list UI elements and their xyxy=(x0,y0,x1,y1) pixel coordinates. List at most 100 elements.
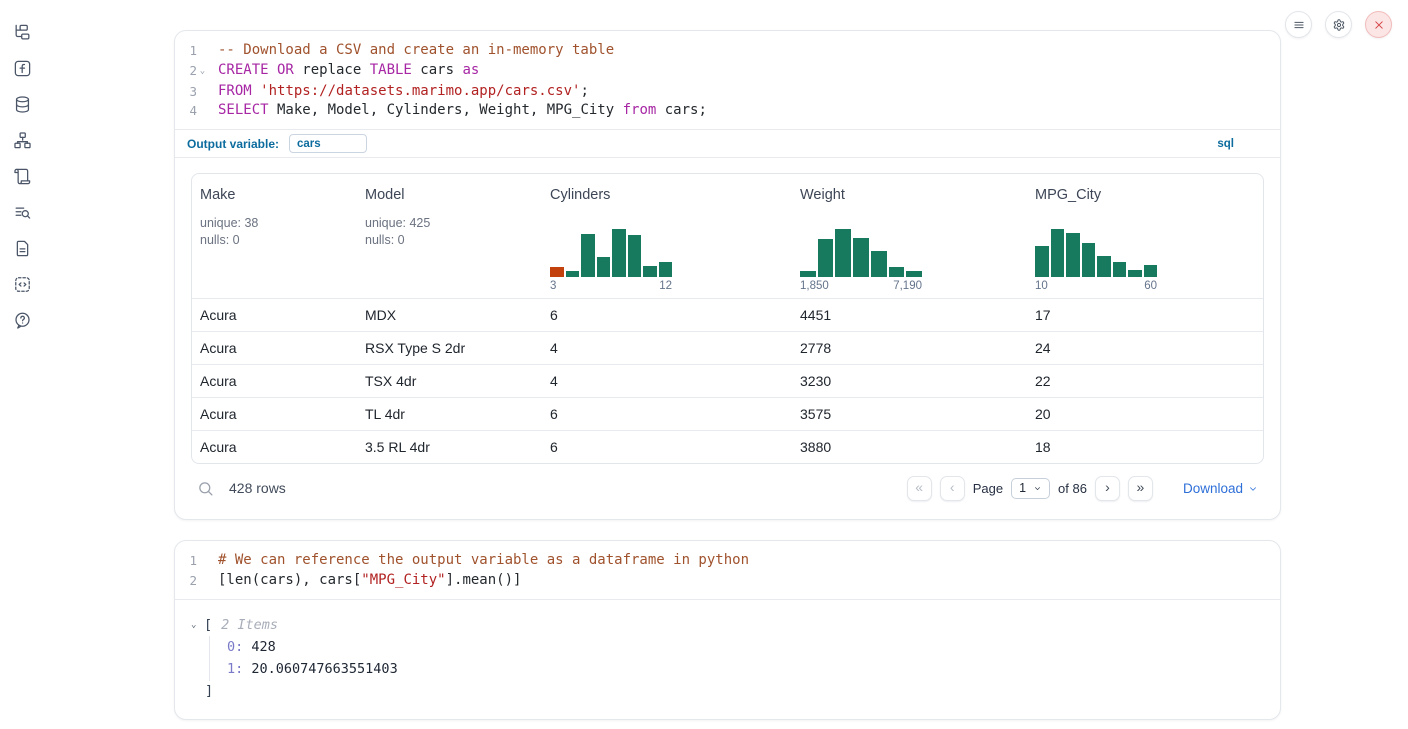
prev-page-button[interactable]: ‹ xyxy=(940,476,965,501)
chevron-down-icon[interactable]: ⌄ xyxy=(191,614,204,636)
next-page-button[interactable]: › xyxy=(1095,476,1120,501)
histogram-bar xyxy=(818,239,834,277)
sql-language-badge: sql xyxy=(1217,138,1268,150)
histogram-bar xyxy=(659,262,673,277)
table-footer: 428 rows « ‹ Page 1 of 86 › » Downl xyxy=(191,469,1264,507)
help-icon xyxy=(13,311,32,330)
line-number: 1 xyxy=(175,551,197,571)
code-text: FROM 'https://datasets.marimo.app/cars.c… xyxy=(208,82,589,102)
histogram-bar xyxy=(550,267,564,277)
column-header-cylinders[interactable]: Cylinders 312 xyxy=(542,174,792,298)
table-cell: RSX Type S 2dr xyxy=(357,340,542,356)
table-cell: MDX xyxy=(357,307,542,323)
column-header-weight[interactable]: Weight1,8507,190 xyxy=(792,174,1027,298)
table-cell: TL 4dr xyxy=(357,406,542,422)
table-row[interactable]: AcuraMDX6445117 xyxy=(192,298,1263,331)
table-cell: 20 xyxy=(1027,406,1263,422)
histogram-bar xyxy=(1128,270,1142,277)
download-button[interactable]: Download xyxy=(1183,481,1258,496)
histogram-bar xyxy=(853,238,869,277)
table-cell: 24 xyxy=(1027,340,1263,356)
last-page-button[interactable]: » xyxy=(1128,476,1153,501)
fold-spacer xyxy=(197,101,208,121)
table-cell: 3880 xyxy=(792,439,1027,455)
column-histogram: 312 xyxy=(550,229,672,292)
histogram-bars xyxy=(1035,229,1157,277)
table-row[interactable]: AcuraRSX Type S 2dr4277824 xyxy=(192,331,1263,364)
table-cell: 6 xyxy=(542,406,792,422)
table-cell: 3575 xyxy=(792,406,1027,422)
sidebar-item-search[interactable] xyxy=(12,202,32,222)
page-select[interactable]: 1 xyxy=(1011,478,1050,499)
sql-cell-output: Make unique: 38nulls: 0Modelunique: 425nu… xyxy=(175,158,1280,519)
output-variable-strip: Output variable: sql xyxy=(175,129,1280,158)
column-stats: unique: 425nulls: 0 xyxy=(365,215,534,248)
histogram-bar xyxy=(1097,256,1111,277)
sidebar-item-file-explorer[interactable] xyxy=(12,22,32,42)
document-icon xyxy=(13,239,32,258)
fold-spacer xyxy=(197,571,208,591)
table-row[interactable]: AcuraTSX 4dr4323022 xyxy=(192,364,1263,397)
code-line: 4SELECT Make, Model, Cylinders, Weight, … xyxy=(175,101,1280,121)
items-count-label: 2 Items xyxy=(221,614,278,636)
sidebar-item-dependencies[interactable] xyxy=(12,130,32,150)
table-cell: Acura xyxy=(192,406,357,422)
sidebar-item-snippets[interactable] xyxy=(12,274,32,294)
column-header-mpg_city[interactable]: MPG_City1060 xyxy=(1027,174,1263,298)
sql-cell: 1 -- Download a CSV and create an in-memo… xyxy=(174,30,1281,520)
histogram-bar xyxy=(800,271,816,277)
close-bracket: ] xyxy=(191,681,1264,701)
column-name: Make xyxy=(200,187,349,203)
entry-index: 1: xyxy=(227,661,243,677)
close-button[interactable] xyxy=(1365,11,1392,38)
column-stats: unique: 38nulls: 0 xyxy=(200,215,349,248)
histogram-bar xyxy=(906,271,922,277)
histogram-axis-labels: 312 xyxy=(550,280,672,292)
sidebar-item-documentation[interactable] xyxy=(12,238,32,258)
sidebar-item-variables[interactable] xyxy=(12,58,32,78)
code-text: -- Download a CSV and create an in-memor… xyxy=(208,41,614,61)
database-icon xyxy=(13,95,32,114)
table-cell: 4 xyxy=(542,340,792,356)
entry-index: 0: xyxy=(227,639,243,655)
histogram-bar xyxy=(1082,243,1096,277)
output-variable-input[interactable] xyxy=(289,134,367,153)
column-header-model[interactable]: Modelunique: 425nulls: 0 xyxy=(357,174,542,298)
histogram-bar xyxy=(597,257,611,277)
chevron-down-icon xyxy=(1033,484,1042,493)
sql-code-editor[interactable]: 1 -- Download a CSV and create an in-memo… xyxy=(175,31,1280,129)
python-cell: 1# We can reference the output variable … xyxy=(174,540,1281,719)
entry-value: 428 xyxy=(243,639,276,655)
histogram-bar xyxy=(1035,246,1049,277)
menu-icon xyxy=(1292,18,1306,32)
table-cell: Acura xyxy=(192,307,357,323)
histogram-bar xyxy=(643,266,657,277)
column-header-make[interactable]: Make unique: 38nulls: 0 xyxy=(192,174,357,298)
sidebar-item-datasources[interactable] xyxy=(12,94,32,114)
first-page-button[interactable]: « xyxy=(907,476,932,501)
line-number: 3 xyxy=(175,82,197,102)
table-row[interactable]: Acura3.5 RL 4dr6388018 xyxy=(192,430,1263,463)
line-number: 2 xyxy=(175,61,197,82)
table-search-button[interactable] xyxy=(197,480,214,497)
histogram-bars xyxy=(800,229,922,277)
menu-button[interactable] xyxy=(1285,11,1312,38)
column-name: Cylinders xyxy=(550,187,784,203)
marimo-app: 1 -- Download a CSV and create an in-memo… xyxy=(0,0,1408,729)
histogram-bar xyxy=(1066,233,1080,277)
page-label: Page xyxy=(973,481,1003,496)
sidebar-item-help[interactable] xyxy=(12,310,32,330)
fold-chevron-icon[interactable]: ⌄ xyxy=(197,61,208,82)
histogram-bar xyxy=(1051,229,1065,277)
histogram-bar xyxy=(628,235,642,277)
python-code-editor[interactable]: 1# We can reference the output variable … xyxy=(175,541,1280,598)
settings-button[interactable] xyxy=(1325,11,1352,38)
sidebar-item-logs[interactable] xyxy=(12,166,32,186)
line-number: 1 xyxy=(175,41,197,61)
python-output-tree: ⌄[2 Items0: 4281: 20.060747663551403] xyxy=(175,599,1280,719)
line-number: 2 xyxy=(175,571,197,591)
code-line: 3 FROM 'https://datasets.marimo.app/cars.… xyxy=(175,82,1280,102)
search-list-icon xyxy=(13,203,32,222)
table-row[interactable]: AcuraTL 4dr6357520 xyxy=(192,397,1263,430)
table-cell: 18 xyxy=(1027,439,1263,455)
